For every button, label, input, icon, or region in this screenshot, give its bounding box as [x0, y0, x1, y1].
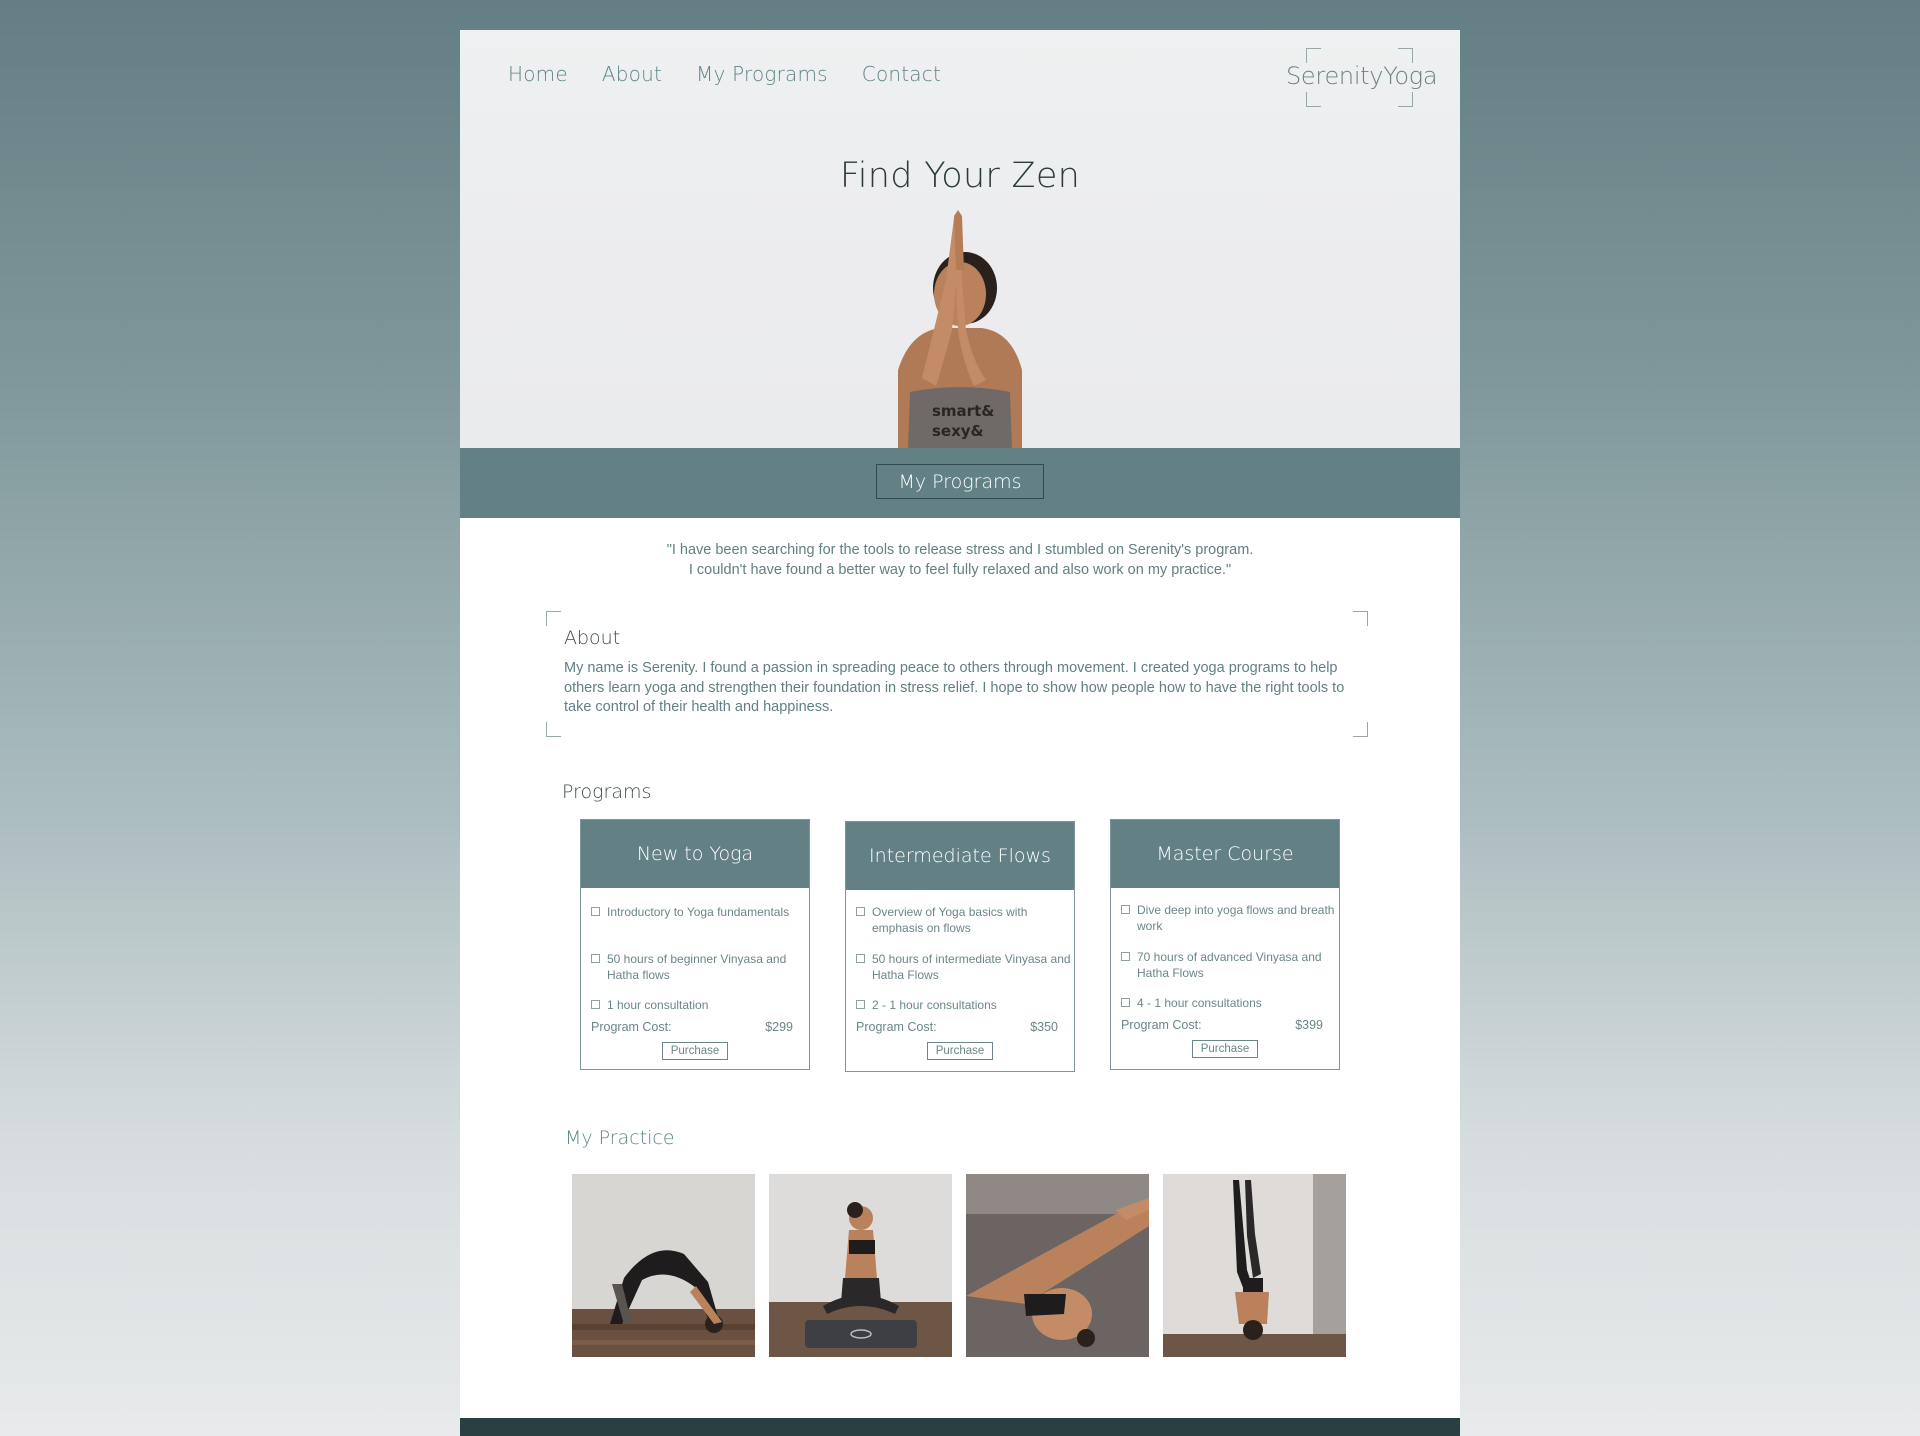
testimonial-line: I couldn't have found a better way to fe…	[688, 562, 1232, 578]
about-body: My name is Serenity. I found a passion i…	[564, 660, 1345, 715]
programs-heading: Programs	[562, 781, 652, 803]
checkbox[interactable]	[591, 907, 600, 916]
feature-text: Overview of Yoga basics with emphasis on…	[872, 905, 1028, 935]
program-cost-label: Program Cost:	[856, 1020, 937, 1034]
frame-corner	[1353, 722, 1368, 737]
checkbox[interactable]	[1121, 952, 1130, 961]
hero-yoga-figure-image: smart& sexy&	[898, 210, 1022, 448]
program-card-new-to-yoga: New to Yoga Introductory to Yoga fundame…	[580, 819, 810, 1070]
about-section: About My name is Serenity. I found a pas…	[546, 611, 1368, 737]
feature-item: 4 - 1 hour consultations	[1121, 995, 1337, 1011]
feature-item: Introductory to Yoga fundamentals	[591, 904, 807, 920]
checkbox[interactable]	[591, 954, 600, 963]
footer-bar	[460, 1418, 1460, 1436]
checkbox[interactable]	[1121, 998, 1130, 1007]
purchase-button[interactable]: Purchase	[1192, 1040, 1258, 1058]
program-cost-row: Program Cost: $350	[856, 1020, 1058, 1034]
program-card-title: Master Course	[1111, 820, 1339, 888]
logo-corner	[1306, 92, 1321, 107]
hero-title: Find Your Zen	[839, 156, 1081, 196]
feature-item: 2 - 1 hour consultations	[856, 997, 1072, 1013]
feature-item: 1 hour consultation	[591, 997, 807, 1013]
feature-text: 4 - 1 hour consultations	[1137, 996, 1262, 1010]
practice-photo-arm-balance[interactable]	[966, 1174, 1149, 1357]
practice-heading: My Practice	[565, 1127, 675, 1149]
program-cost-row: Program Cost: $399	[1121, 1018, 1323, 1032]
hero-section: Home About My Programs Contact SerenityY…	[460, 30, 1460, 448]
nav-my-programs-link[interactable]: My Programs	[696, 62, 828, 86]
testimonial: "I have been searching for the tools to …	[460, 540, 1460, 580]
program-cost-row: Program Cost: $299	[591, 1020, 793, 1034]
logo-text: SerenityYoga	[1286, 62, 1438, 90]
program-card-title: Intermediate Flows	[846, 822, 1074, 890]
program-cost-label: Program Cost:	[591, 1020, 672, 1034]
brand-logo[interactable]: SerenityYoga	[1286, 48, 1438, 108]
purchase-button[interactable]: Purchase	[662, 1042, 728, 1060]
logo-corner	[1306, 48, 1321, 63]
program-card-master-course: Master Course Dive deep into yoga flows …	[1110, 819, 1340, 1070]
feature-text: 1 hour consultation	[607, 998, 709, 1012]
program-price: $350	[1030, 1020, 1058, 1034]
checkbox[interactable]	[591, 1000, 600, 1009]
frame-corner	[1353, 611, 1368, 626]
program-card-intermediate-flows: Intermediate Flows Overview of Yoga basi…	[845, 821, 1075, 1072]
practice-photo-headstand[interactable]	[1163, 1174, 1346, 1357]
feature-text: 50 hours of intermediate Vinyasa and Hat…	[872, 952, 1071, 982]
page: Home About My Programs Contact SerenityY…	[460, 30, 1460, 1436]
checkbox[interactable]	[1121, 905, 1130, 914]
nav-about-link[interactable]: About	[602, 62, 662, 86]
checkbox[interactable]	[856, 1000, 865, 1009]
testimonial-line: "I have been searching for the tools to …	[666, 542, 1254, 558]
shirt-text: sexy&	[932, 422, 984, 440]
nav-home-link[interactable]: Home	[508, 62, 568, 86]
nav-contact-link[interactable]: Contact	[862, 62, 941, 86]
shirt-text: smart&	[932, 402, 994, 420]
checkbox[interactable]	[856, 954, 865, 963]
logo-corner	[1398, 48, 1413, 63]
feature-item: 70 hours of advanced Vinyasa and Hatha F…	[1121, 949, 1337, 981]
frame-corner	[546, 611, 561, 626]
programs-band: My Programs	[460, 448, 1460, 518]
feature-item: 50 hours of beginner Vinyasa and Hatha f…	[591, 951, 807, 983]
purchase-button[interactable]: Purchase	[927, 1042, 993, 1060]
feature-text: Introductory to Yoga fundamentals	[607, 905, 790, 919]
logo-corner	[1398, 92, 1413, 107]
my-programs-button[interactable]: My Programs	[876, 464, 1044, 499]
feature-item: 50 hours of intermediate Vinyasa and Hat…	[856, 951, 1072, 983]
program-price: $399	[1295, 1018, 1323, 1032]
program-card-title: New to Yoga	[581, 820, 809, 888]
program-price: $299	[765, 1020, 793, 1034]
main-nav: Home About My Programs Contact	[508, 62, 941, 86]
feature-text: Dive deep into yoga flows and breath wor…	[1137, 903, 1335, 933]
practice-photo-seated-pose[interactable]	[769, 1174, 952, 1357]
feature-text: 2 - 1 hour consultations	[872, 998, 997, 1012]
frame-corner	[546, 722, 561, 737]
practice-photo-wheel-pose[interactable]	[572, 1174, 755, 1357]
feature-text: 50 hours of beginner Vinyasa and Hatha f…	[607, 952, 787, 982]
program-cost-label: Program Cost:	[1121, 1018, 1202, 1032]
feature-item: Overview of Yoga basics with emphasis on…	[856, 904, 1072, 936]
about-heading: About	[564, 627, 621, 649]
checkbox[interactable]	[856, 907, 865, 916]
feature-text: 70 hours of advanced Vinyasa and Hatha F…	[1137, 950, 1322, 980]
feature-item: Dive deep into yoga flows and breath wor…	[1121, 902, 1337, 934]
